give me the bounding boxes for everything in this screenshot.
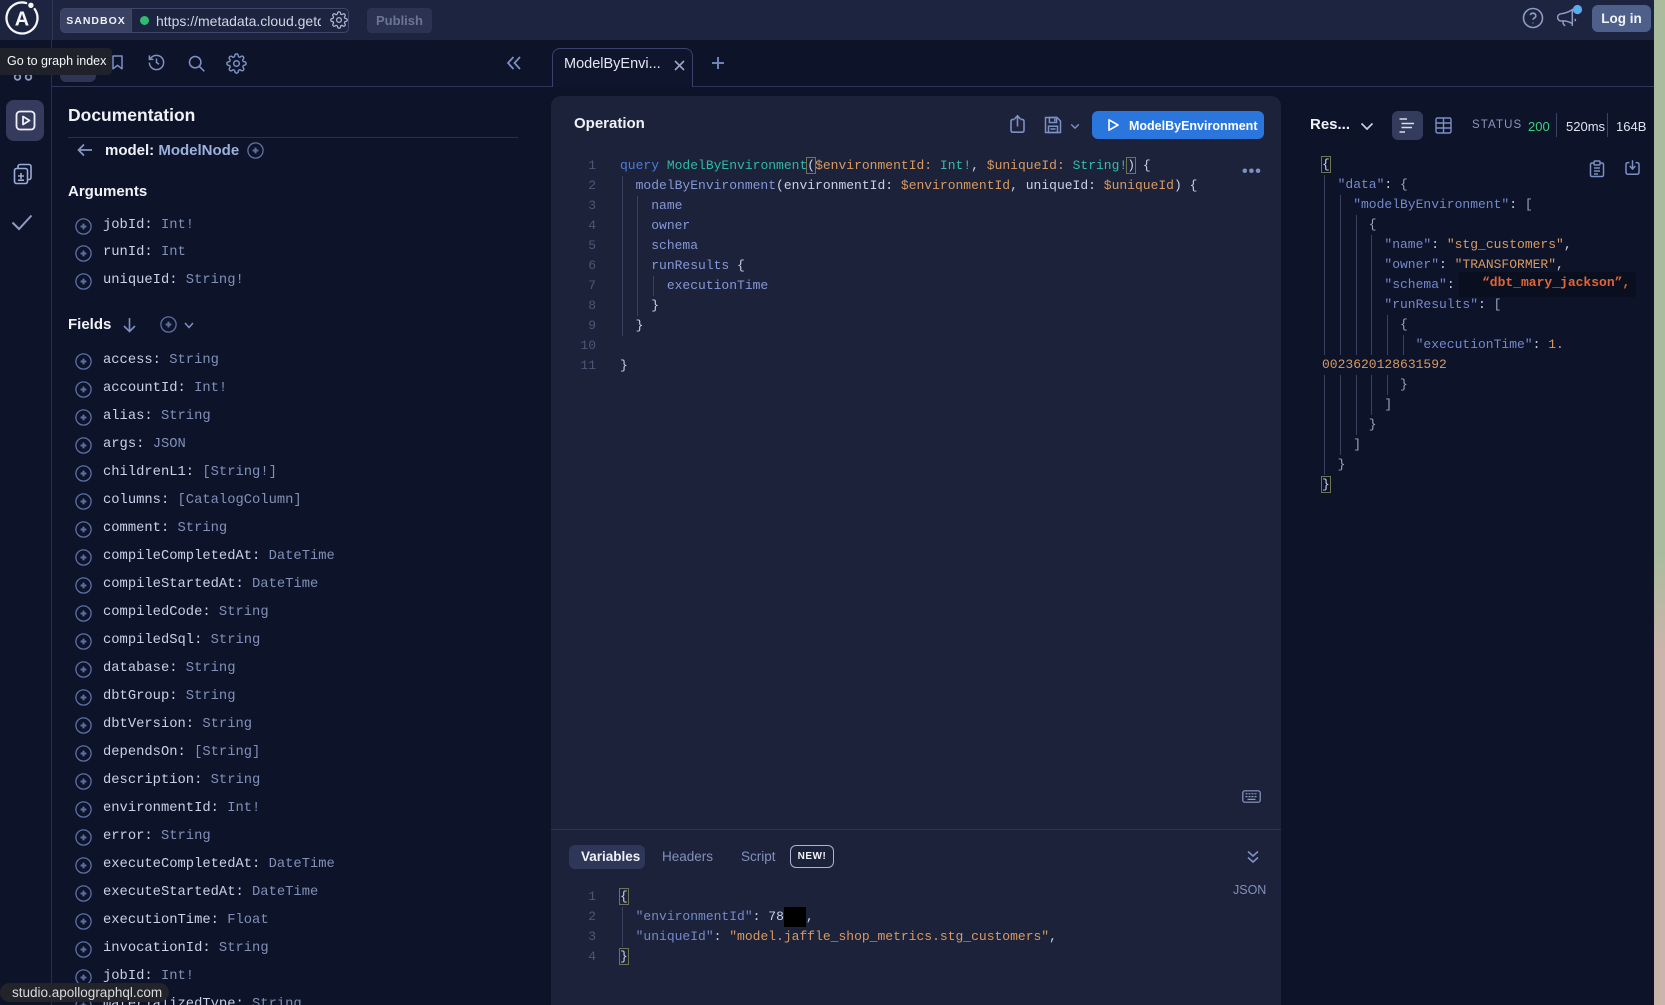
svg-text:A: A [15, 9, 29, 31]
